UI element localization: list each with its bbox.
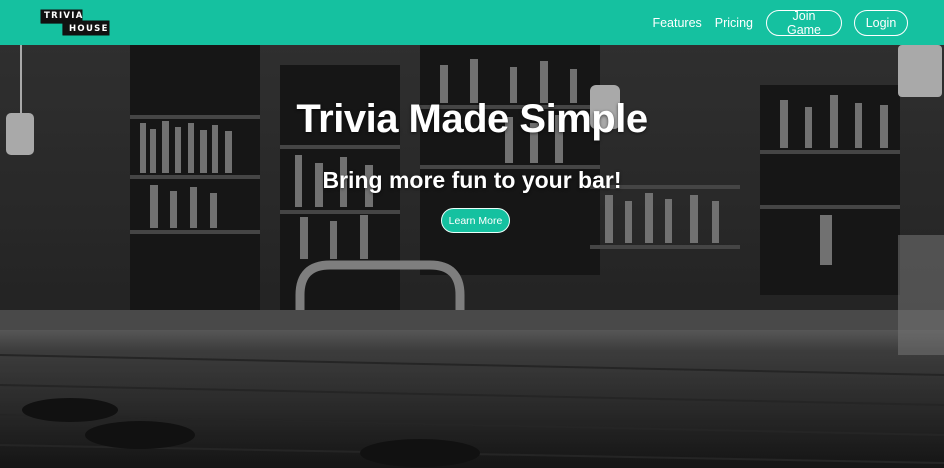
learn-more-button[interactable]: Learn More bbox=[441, 208, 510, 233]
trivia-house-logo[interactable]: TRIVIA HOUSE bbox=[40, 9, 110, 36]
hero-section: Trivia Made Simple Bring more fun to you… bbox=[0, 45, 944, 468]
logo-text-house: HOUSE bbox=[69, 24, 109, 34]
top-navbar: TRIVIA HOUSE Features Pricing Join Game … bbox=[0, 0, 944, 45]
join-game-button[interactable]: Join Game bbox=[766, 9, 842, 37]
login-button[interactable]: Login bbox=[854, 9, 908, 36]
hero-subtitle: Bring more fun to your bar! bbox=[322, 167, 622, 193]
nav-link-pricing[interactable]: Pricing bbox=[715, 16, 753, 30]
logo-text-trivia: TRIVIA bbox=[44, 11, 84, 21]
nav-menu: Features Pricing Join Game Login bbox=[652, 9, 908, 37]
hero-title: Trivia Made Simple bbox=[296, 97, 648, 141]
nav-link-features[interactable]: Features bbox=[652, 16, 701, 30]
